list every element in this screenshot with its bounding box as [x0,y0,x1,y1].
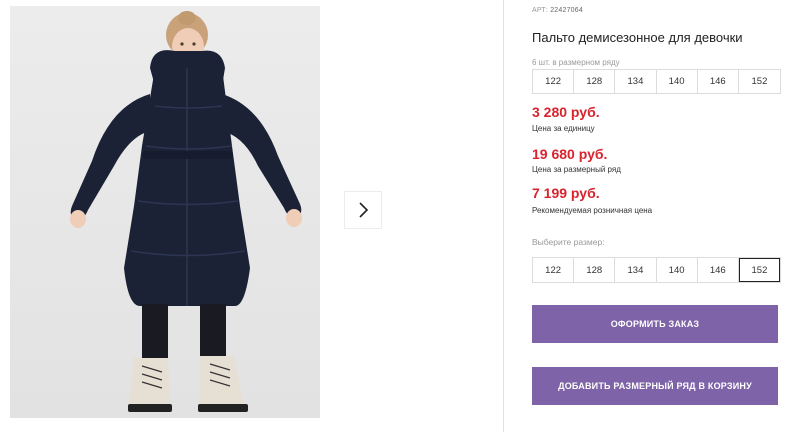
unit-price: 3 280 руб. [532,104,600,120]
retail-price: 7 199 руб. [532,185,600,201]
panel-divider [503,0,504,432]
pack-size-row: 122 128 134 140 146 152 [532,69,781,94]
product-photo-illustration [70,11,302,412]
place-order-button[interactable]: Оформить заказ [532,305,778,343]
article-value: 22427064 [550,7,583,14]
gallery-next-button[interactable] [344,191,382,229]
row-price: 19 680 руб. [532,146,608,162]
article-label: АРТ: [532,7,549,14]
pack-size-cell: 128 [574,70,616,93]
size-option-128[interactable]: 128 [574,258,616,282]
pack-size-cell: 140 [656,70,698,93]
product-title: Пальто демисезонное для девочки [532,30,743,45]
pack-note: 6 шт. в размерном ряду [532,58,620,67]
size-selector: 122 128 134 140 146 152 [532,257,781,283]
product-photo [10,6,320,418]
size-option-122[interactable]: 122 [533,258,575,282]
pack-size-cell: 146 [697,70,739,93]
pack-size-cell: 122 [533,70,575,93]
size-option-140[interactable]: 140 [656,258,698,282]
add-size-row-to-cart-button[interactable]: Добавить размерный ряд в корзину [532,367,778,405]
unit-price-label: Цена за единицу [532,124,595,133]
article-number: АРТ: 22427064 [532,7,583,14]
chevron-right-icon [359,202,369,218]
size-selector-label: Выберите размер: [532,237,605,247]
pack-size-cell: 134 [615,70,657,93]
size-option-146[interactable]: 146 [697,258,739,282]
pack-size-cell: 152 [738,70,781,93]
size-option-134[interactable]: 134 [615,258,657,282]
row-price-label: Цена за размерный ряд [532,165,621,174]
size-option-152[interactable]: 152 [738,258,781,282]
retail-price-label: Рекомендуемая розничная цена [532,206,653,215]
